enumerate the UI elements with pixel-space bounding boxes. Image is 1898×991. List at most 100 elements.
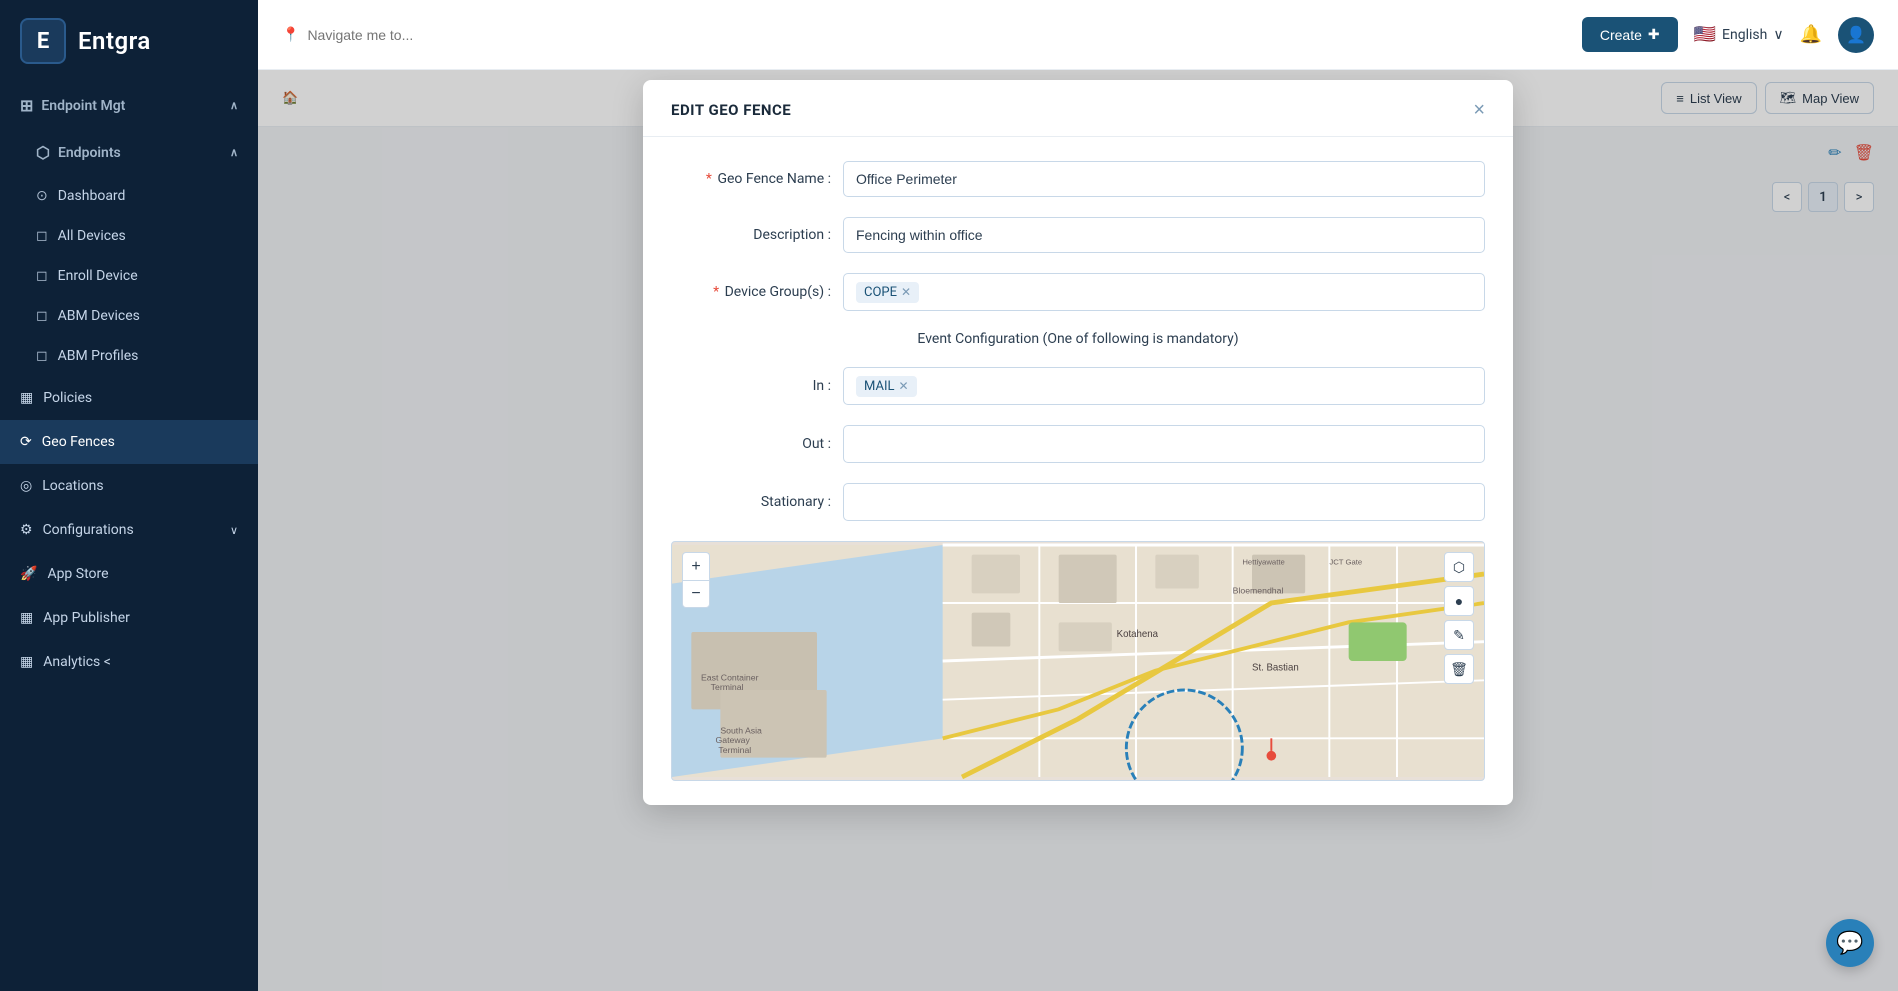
search-input[interactable] [307,27,627,43]
map-circle-tool-button[interactable]: ● [1444,586,1474,616]
out-label: Out : [671,436,831,452]
language-selector[interactable]: 🇺🇸 English ∨ [1694,24,1784,45]
app-store-icon: 🚀 [20,566,37,582]
sidebar-item-app-publisher[interactable]: ▦ App Publisher [0,596,258,640]
geo-fence-name-input[interactable] [843,161,1485,197]
sidebar-item-app-store[interactable]: 🚀 App Store [0,552,258,596]
configurations-chevron: ∨ [230,524,238,537]
svg-text:Kotahena: Kotahena [1117,629,1159,640]
in-label: In : [671,378,831,394]
abm-devices-label: ABM Devices [58,308,140,324]
sidebar-item-abm-devices[interactable]: ◻ ABM Devices [0,296,258,336]
stationary-input[interactable] [843,483,1485,521]
sidebar-item-enroll-device[interactable]: ◻ Enroll Device [0,256,258,296]
chat-icon: 💬 [1836,931,1863,956]
enroll-device-icon: ◻ [36,268,48,284]
modal-body: * Geo Fence Name : Description : [643,137,1513,805]
content-area: 🏠 ≡ List View 🗺 Map View ✏ 🗑 < [258,70,1898,991]
mail-tag-remove[interactable]: ✕ [898,379,908,393]
avatar-icon: 👤 [1846,25,1866,44]
policies-label: Policies [43,390,92,406]
endpoints-label: Endpoints [58,145,121,161]
create-label: Create [1600,27,1642,43]
sidebar-item-configurations[interactable]: ⚙ Configurations ∨ [0,508,258,552]
app-name: Entgra [78,27,151,55]
search-icon: 📍 [282,27,299,43]
sidebar-item-policies[interactable]: ▦ Policies [0,376,258,420]
header: 📍 Create ✚ 🇺🇸 English ∨ 🔔 👤 [258,0,1898,70]
endpoint-mgt-chevron: ∧ [230,99,238,112]
description-row: Description : [671,217,1485,253]
sidebar-item-abm-profiles[interactable]: ◻ ABM Profiles [0,336,258,376]
nav-search-area: 📍 [282,27,742,43]
policies-icon: ▦ [20,390,33,406]
configurations-icon: ⚙ [20,522,33,538]
enroll-device-label: Enroll Device [58,268,138,284]
stationary-label: Stationary : [671,494,831,510]
mail-tag: MAIL ✕ [856,376,917,397]
sidebar: E Entgra ⊞ Endpoint Mgt ∧ ⬡ Endpoints ∧ … [0,0,258,991]
main-content: 📍 Create ✚ 🇺🇸 English ∨ 🔔 👤 🏠 ≡ [258,0,1898,991]
map-zoom-out-button[interactable]: − [682,580,710,608]
endpoint-mgt-header[interactable]: ⊞ Endpoint Mgt ∧ [0,82,258,129]
endpoints-header[interactable]: ⬡ Endpoints ∧ [0,129,258,176]
device-groups-row: * Device Group(s) : COPE ✕ [671,273,1485,311]
endpoints-chevron: ∧ [230,146,238,159]
description-input[interactable] [843,217,1485,253]
map-delete-tool-button[interactable]: 🗑 [1444,654,1474,684]
endpoint-mgt-section: ⊞ Endpoint Mgt ∧ ⬡ Endpoints ∧ ⊙ Dashboa… [0,82,258,684]
modal-header: EDIT GEO FENCE × [643,80,1513,137]
svg-text:Terminal: Terminal [718,745,751,755]
device-groups-input[interactable]: COPE ✕ [843,273,1485,311]
svg-text:Gateway: Gateway [716,735,751,745]
endpoint-mgt-label: Endpoint Mgt [41,98,125,114]
create-button[interactable]: Create ✚ [1582,17,1678,52]
cope-tag-remove[interactable]: ✕ [901,285,911,299]
svg-text:Terminal: Terminal [711,682,744,692]
lang-label: English [1722,27,1767,43]
out-input[interactable] [843,425,1485,463]
map-zoom-in-button[interactable]: + [682,552,710,580]
geo-fences-icon: ⟳ [20,434,32,450]
lang-chevron-icon: ∨ [1773,27,1783,43]
map-placeholder: East Container Terminal South Asia Gatew… [672,542,1484,780]
dashboard-label: Dashboard [58,188,126,204]
modal-overlay: EDIT GEO FENCE × * Geo Fence Name : [258,70,1898,991]
svg-text:South Asia: South Asia [720,726,762,736]
abm-profiles-icon: ◻ [36,348,48,364]
in-input[interactable]: MAIL ✕ [843,367,1485,405]
logo-icon: E [20,18,66,64]
locations-icon: ◎ [20,478,32,494]
modal-close-button[interactable]: × [1473,100,1485,120]
geo-fences-label: Geo Fences [42,434,115,450]
sidebar-item-analytics[interactable]: ▦ Analytics < [0,640,258,684]
abm-profiles-label: ABM Profiles [58,348,139,364]
avatar[interactable]: 👤 [1838,17,1874,53]
map-svg: East Container Terminal South Asia Gatew… [672,542,1484,780]
map-container: East Container Terminal South Asia Gatew… [671,541,1485,781]
svg-text:St. Bastian: St. Bastian [1252,663,1299,674]
geo-fence-name-label: * Geo Fence Name : [671,171,831,187]
all-devices-label: All Devices [58,228,126,244]
map-edit-tool-button[interactable]: ✎ [1444,620,1474,650]
app-store-label: App Store [47,566,108,582]
analytics-icon: ▦ [20,654,33,670]
description-label: Description : [671,227,831,243]
dashboard-icon: ⊙ [36,188,48,204]
geo-fence-name-row: * Geo Fence Name : [671,161,1485,197]
map-zoom-controls: + − [682,552,710,608]
out-row: Out : [671,425,1485,463]
svg-text:East Container: East Container [701,672,759,682]
endpoint-mgt-icon: ⊞ [20,96,33,115]
sidebar-item-all-devices[interactable]: ◻ All Devices [0,216,258,256]
chat-bubble-button[interactable]: 💬 [1826,919,1874,967]
stationary-row: Stationary : [671,483,1485,521]
sidebar-item-geo-fences[interactable]: ⟳ Geo Fences [0,420,258,464]
map-polygon-tool-button[interactable]: ⬡ [1444,552,1474,582]
sidebar-item-locations[interactable]: ◎ Locations [0,464,258,508]
create-plus-icon: ✚ [1648,26,1660,43]
sidebar-item-dashboard[interactable]: ⊙ Dashboard [0,176,258,216]
in-row: In : MAIL ✕ [671,367,1485,405]
app-publisher-label: App Publisher [43,610,130,626]
notification-bell-icon[interactable]: 🔔 [1800,24,1822,45]
